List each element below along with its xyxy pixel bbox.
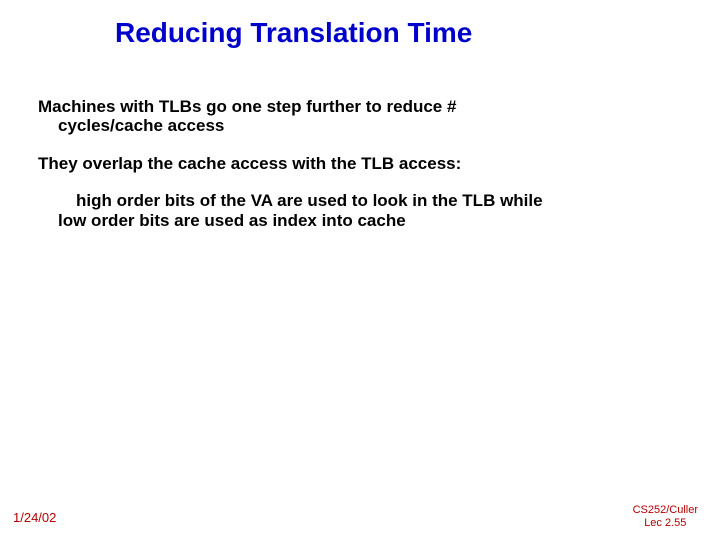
paragraph-2: They overlap the cache access with the T… [38,154,680,174]
footer-course: CS252/Culler [633,504,698,517]
footer-date: 1/24/02 [13,510,56,525]
p1-line1: Machines with TLBs go one step further t… [38,97,680,117]
paragraph-3: high order bits of the VA are used to lo… [38,191,680,230]
slide: Reducing Translation Time Machines with … [0,0,720,540]
paragraph-1: Machines with TLBs go one step further t… [38,97,680,136]
slide-title: Reducing Translation Time [0,0,720,49]
footer-course-info: CS252/Culler Lec 2.55 [633,504,698,530]
p3-line1: high order bits of the VA are used to lo… [38,191,680,211]
footer-lecture: Lec 2.55 [633,517,698,530]
p3-line2: low order bits are used as index into ca… [38,211,680,231]
p1-line2: cycles/cache access [38,116,680,136]
slide-body: Machines with TLBs go one step further t… [0,49,720,231]
